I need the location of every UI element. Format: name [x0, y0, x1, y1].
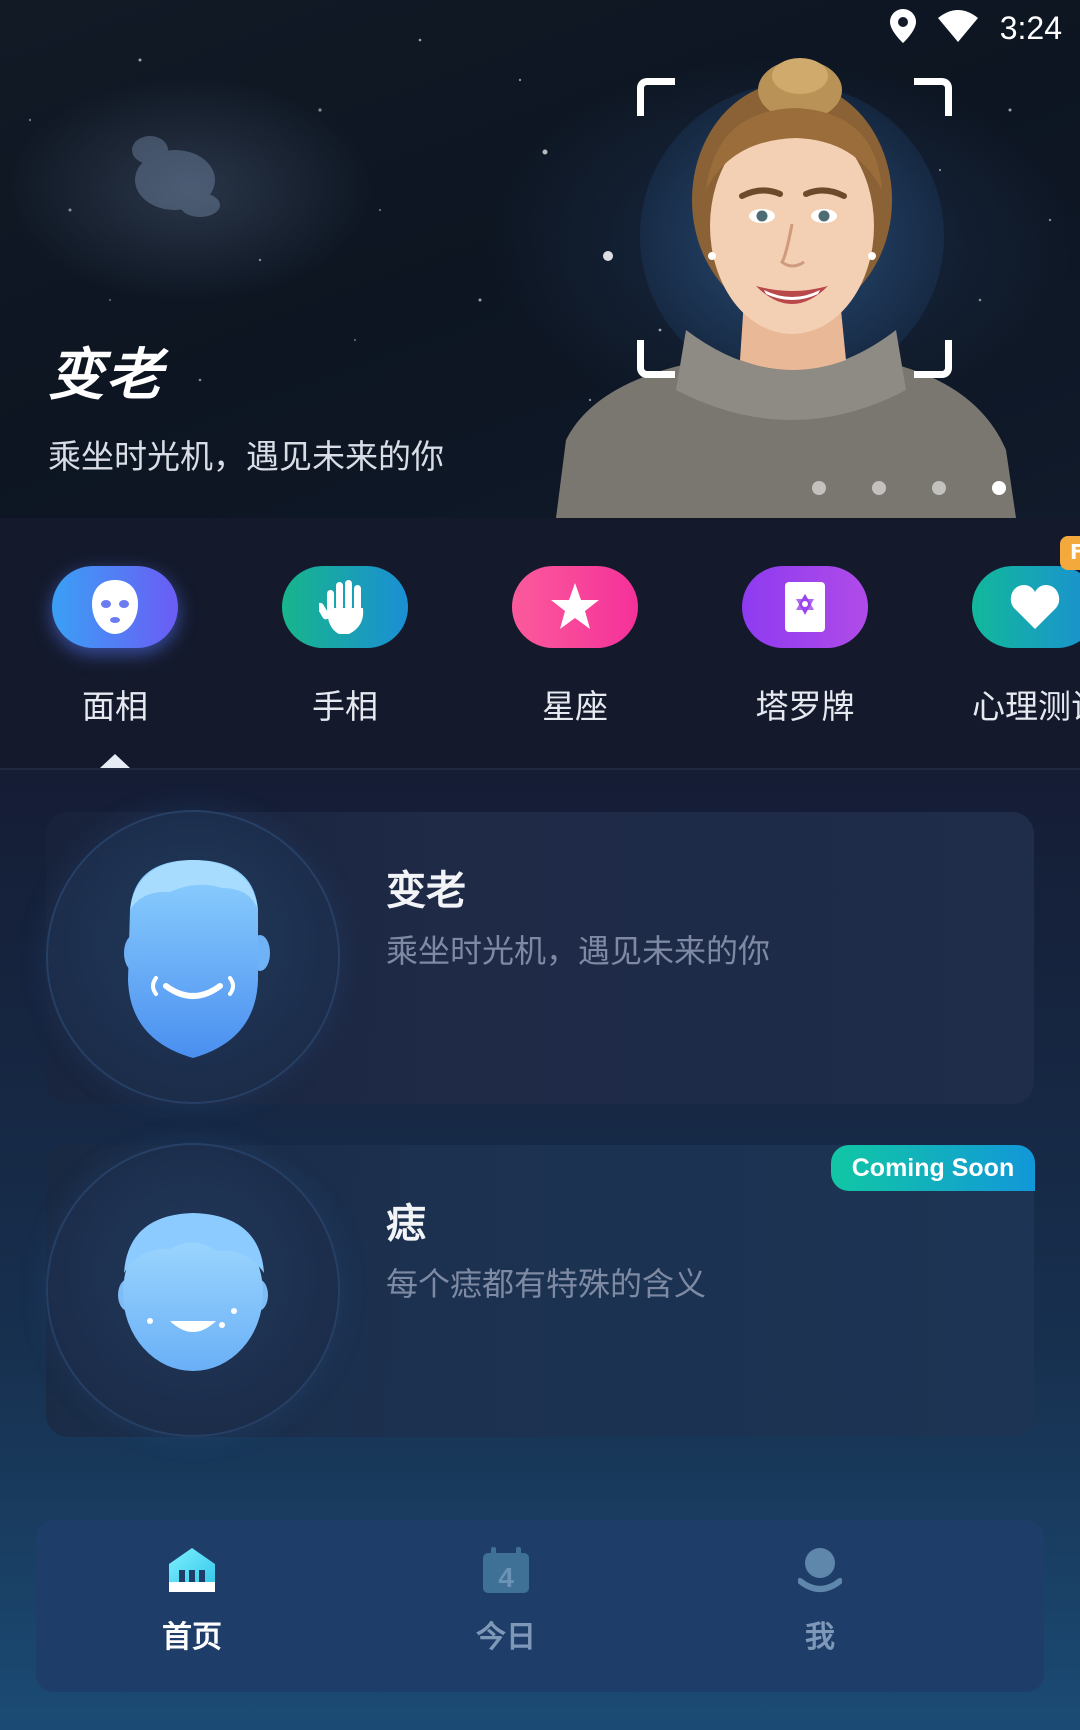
home-icon	[102, 1538, 282, 1602]
nav-today[interactable]: 4 今日	[416, 1538, 596, 1656]
bottom-nav: 首页 4 今日 我	[36, 1520, 1044, 1692]
divider	[0, 768, 1080, 770]
feature-title: 痣	[386, 1201, 426, 1247]
nav-label: 我	[805, 1620, 835, 1655]
scan-frame-corner-top-left	[637, 78, 675, 116]
palm-icon	[282, 566, 408, 648]
nav-profile[interactable]: 我	[730, 1538, 910, 1656]
page-dot-active[interactable]	[992, 481, 1006, 495]
category-label: 面相	[82, 687, 148, 726]
category-psych-test[interactable]: 心理测试	[972, 566, 1080, 728]
category-label: 手相	[312, 687, 378, 726]
feature-title: 变老	[386, 868, 466, 914]
selected-tab-indicator	[100, 754, 130, 768]
category-label: 塔罗牌	[755, 687, 855, 726]
location-icon	[889, 9, 916, 47]
new-badge: F	[1060, 536, 1080, 570]
calendar-icon: 4	[416, 1538, 596, 1602]
category-face-reading[interactable]: 面相	[52, 566, 178, 728]
category-constellation[interactable]: 星座	[512, 566, 638, 728]
category-tarot[interactable]: 塔罗牌	[742, 566, 868, 728]
face-mask-icon	[52, 566, 178, 648]
profile-icon	[730, 1538, 910, 1602]
banner-title: 变老	[48, 343, 164, 408]
tarot-card-icon	[742, 566, 868, 648]
scan-frame-corner-bottom-left	[637, 340, 675, 378]
status-bar: 3:24	[0, 0, 1080, 56]
feature-card-mole[interactable]: 痣 每个痣都有特殊的含义 Coming Soon	[46, 1143, 1035, 1437]
status-time: 3:24	[999, 9, 1062, 46]
nav-label: 今日	[476, 1620, 536, 1655]
category-label: 星座	[542, 687, 608, 726]
category-label: 心理测试	[972, 687, 1080, 726]
nav-home[interactable]: 首页	[102, 1538, 282, 1656]
nav-label: 首页	[162, 1620, 222, 1655]
page-dot[interactable]	[932, 481, 946, 495]
page-dot[interactable]	[872, 481, 886, 495]
banner-subtitle: 乘坐时光机，遇见未来的你	[48, 437, 444, 476]
scan-frame-corner-bottom-right	[914, 340, 952, 378]
star-icon	[512, 566, 638, 648]
banner-page-indicator	[812, 481, 1006, 495]
feature-card-aging[interactable]: 变老 乘坐时光机，遇见未来的你	[46, 810, 1034, 1104]
coming-soon-badge: Coming Soon	[831, 1145, 1035, 1191]
category-tabs: 面相 手相 星座 塔罗牌 心理测试 F	[0, 518, 1080, 770]
calendar-day-number: 4	[498, 1562, 514, 1593]
category-palm-reading[interactable]: 手相	[282, 566, 408, 728]
feature-description: 乘坐时光机，遇见未来的你	[386, 932, 771, 970]
heart-icon	[972, 566, 1080, 648]
hero-banner[interactable]: 变老 乘坐时光机，遇见未来的你	[0, 0, 1080, 518]
aging-face-icon	[46, 810, 340, 1104]
scan-frame-corner-top-right	[914, 78, 952, 116]
page-dot[interactable]	[812, 481, 826, 495]
app-root: 变老 乘坐时光机，遇见未来的你 3:24 面相 手相 星座 塔罗牌 心理测 F …	[0, 0, 1080, 1730]
feature-description: 每个痣都有特殊的含义	[386, 1265, 707, 1303]
wifi-icon	[937, 10, 978, 46]
mole-face-icon	[46, 1143, 340, 1437]
